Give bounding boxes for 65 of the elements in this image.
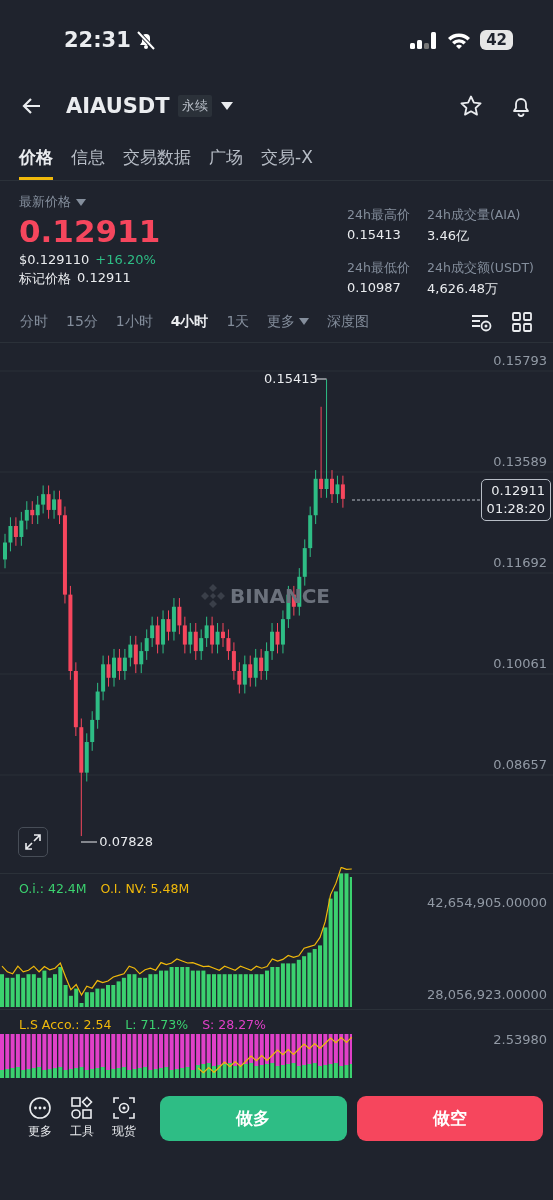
stat-label: 24h成交量(AIA) bbox=[427, 207, 522, 224]
axis-label: 0.11692 bbox=[493, 555, 547, 570]
bell-muted-icon bbox=[134, 29, 157, 51]
stat-label: 24h最低价 bbox=[347, 260, 411, 277]
axis-label: 0.10061 bbox=[493, 656, 547, 671]
stat-value: 0.15413 bbox=[347, 227, 402, 242]
tab[interactable]: 信息 bbox=[71, 132, 105, 180]
mark-price-label: 标记价格 bbox=[19, 270, 71, 288]
tab[interactable]: 广场 bbox=[209, 132, 243, 180]
stat-label: 24h最高价 bbox=[347, 207, 411, 224]
interval-tab[interactable]: 1小时 bbox=[115, 312, 153, 331]
logo-icon bbox=[200, 583, 226, 609]
leader-line bbox=[315, 378, 327, 381]
countdown: 01:28:20 bbox=[486, 499, 545, 518]
symbol-title[interactable]: AIAUSDT bbox=[66, 94, 170, 118]
short-label: S: 28.27% bbox=[202, 1017, 266, 1032]
last-price: 0.12911 bbox=[19, 213, 161, 249]
price-change: +16.20% bbox=[95, 252, 156, 267]
axis-label: 42,654,905.00000 bbox=[427, 895, 547, 910]
price-tag-value: 0.12911 bbox=[491, 481, 545, 500]
axis-label: 0.13589 bbox=[493, 454, 547, 469]
axis-label: 2.53980 bbox=[493, 1032, 547, 1047]
signal-icon bbox=[410, 30, 439, 50]
battery-level: 42 bbox=[480, 30, 513, 50]
interval-tab[interactable]: 4小时 bbox=[170, 312, 209, 331]
mark-price: 0.12911 bbox=[77, 270, 131, 287]
high-price-label: 0.15413 bbox=[264, 371, 318, 387]
tab[interactable]: 交易数据 bbox=[123, 132, 191, 180]
shapes-icon bbox=[70, 1096, 94, 1120]
interval-tab[interactable]: 深度图 bbox=[327, 312, 370, 331]
interval-tab[interactable]: 1天 bbox=[226, 312, 250, 331]
grid-icon[interactable] bbox=[511, 310, 533, 333]
tab[interactable]: 价格 bbox=[19, 132, 53, 180]
toolbar-button[interactable]: 更多 bbox=[28, 1096, 52, 1140]
tab[interactable]: 交易-X bbox=[261, 132, 313, 180]
caret-icon bbox=[299, 318, 310, 325]
interval-tab[interactable]: 15分 bbox=[66, 312, 98, 331]
star-icon[interactable] bbox=[459, 94, 483, 118]
axis-label: 0.08657 bbox=[493, 757, 547, 772]
stat-value: 4,626.48万 bbox=[427, 280, 499, 298]
scan-icon bbox=[112, 1096, 136, 1120]
short-button[interactable]: 做空 bbox=[356, 1095, 543, 1141]
price-type-label[interactable]: 最新价格 bbox=[19, 193, 71, 211]
status-time: 22:31 bbox=[64, 28, 131, 52]
toolbar-button[interactable]: 现货 bbox=[112, 1096, 136, 1140]
usd-price: $0.129110 bbox=[19, 252, 90, 267]
fullscreen-button[interactable] bbox=[18, 827, 48, 857]
caret-icon[interactable] bbox=[219, 101, 234, 111]
low-price-label: 0.07828 bbox=[99, 834, 154, 850]
leader-line bbox=[81, 841, 98, 844]
axis-label: 0.15793 bbox=[493, 353, 547, 368]
expand-icon bbox=[24, 833, 42, 851]
stat-label: 24h成交额(USDT) bbox=[427, 260, 534, 277]
axis-label: 28,056,923.00000 bbox=[427, 987, 547, 1002]
stat-value: 0.10987 bbox=[347, 280, 402, 295]
oi-nv-label: O.I. NV: 5.48M bbox=[100, 881, 190, 896]
more-icon bbox=[28, 1096, 52, 1120]
ratio-label: L.S Acco.: 2.54 bbox=[19, 1017, 112, 1032]
oi-label: O.i.: 42.4M bbox=[19, 881, 87, 896]
long-label: L: 71.73% bbox=[125, 1017, 189, 1032]
interval-tab[interactable]: 分时 bbox=[20, 312, 48, 331]
contract-tag: 永续 bbox=[177, 95, 212, 117]
interval-tab[interactable]: 更多 bbox=[267, 312, 310, 331]
stat-value: 3.46亿 bbox=[427, 227, 470, 245]
toolbar-button[interactable]: 工具 bbox=[70, 1096, 94, 1140]
